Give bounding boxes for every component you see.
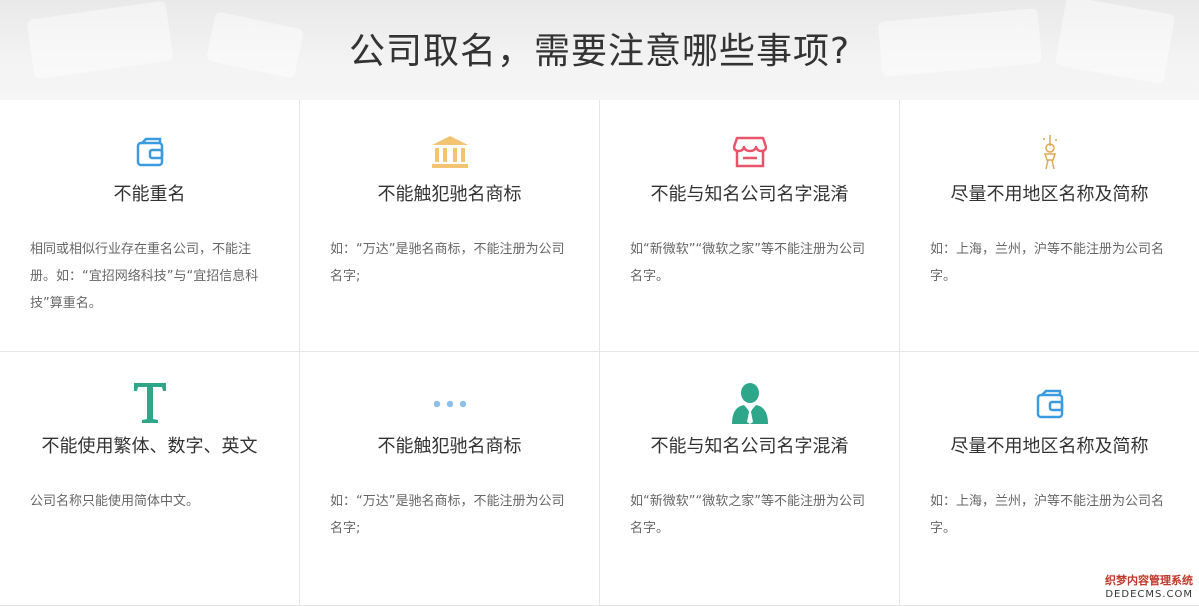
tower-icon (900, 132, 1199, 172)
notice-grid: 不能重名 相同或相似行业存在重名公司，不能注册。如：“宜招网络科技”与“宜招信息… (0, 100, 1199, 606)
dots-icon (300, 384, 599, 424)
card-description: 如：上海，兰州，沪等不能注册为公司名字。 (930, 242, 1165, 284)
card-title: 不能重名 (113, 184, 186, 205)
notice-card: 不能触犯驰名商标 如：“万达”是驰名商标，不能注册为公司名字; (300, 352, 600, 606)
watermark-logo: 织梦内容管理系统 DEDECMS.COM (1073, 574, 1193, 602)
card-title: 不能与知名公司名字混淆 (650, 436, 849, 457)
watermark-line2: DEDECMS.COM (1105, 589, 1193, 600)
card-description: 如：“万达”是驰名商标，不能注册为公司名字; (330, 242, 565, 284)
wallet-icon (900, 384, 1199, 424)
bank-icon (300, 132, 599, 172)
notice-card: 尽量不用地区名称及简称 如：上海，兰州，沪等不能注册为公司名字。 (900, 352, 1199, 606)
card-description: 如：“万达”是驰名商标，不能注册为公司名字; (330, 494, 565, 536)
page-title: 公司取名，需要注意哪些事项? (348, 31, 851, 72)
card-description: 如“新微软”“微软之家”等不能注册为公司名字。 (630, 494, 865, 536)
card-title: 不能使用繁体、数字、英文 (41, 436, 258, 457)
letter-t-icon (0, 380, 299, 426)
card-title: 不能触犯驰名商标 (377, 436, 522, 457)
notice-card: 不能与知名公司名字混淆 如“新微软”“微软之家”等不能注册为公司名字。 (600, 352, 900, 606)
card-description: 如“新微软”“微软之家”等不能注册为公司名字。 (630, 242, 865, 284)
card-title: 不能触犯驰名商标 (377, 184, 522, 205)
card-description: 如：上海，兰州，沪等不能注册为公司名字。 (930, 494, 1165, 536)
notice-card: 不能重名 相同或相似行业存在重名公司，不能注册。如：“宜招网络科技”与“宜招信息… (0, 100, 300, 352)
card-title: 尽量不用地区名称及简称 (950, 436, 1149, 457)
notice-card: 尽量不用地区名称及简称 如：上海，兰州，沪等不能注册为公司名字。 (900, 100, 1199, 352)
notice-card: 不能使用繁体、数字、英文 公司名称只能使用简体中文。 (0, 352, 300, 606)
page-header: 公司取名，需要注意哪些事项? (0, 0, 1199, 100)
shop-icon (600, 132, 899, 172)
card-title: 尽量不用地区名称及简称 (950, 184, 1149, 205)
notice-card: 不能与知名公司名字混淆 如“新微软”“微软之家”等不能注册为公司名字。 (600, 100, 900, 352)
card-description: 公司名称只能使用简体中文。 (30, 494, 200, 509)
card-title: 不能与知名公司名字混淆 (650, 184, 849, 205)
watermark-line1: 织梦内容管理系统 (1105, 574, 1193, 587)
card-description: 相同或相似行业存在重名公司，不能注册。如：“宜招网络科技”与“宜招信息科技”算重… (30, 242, 259, 311)
wallet-icon (0, 132, 299, 172)
notice-card: 不能触犯驰名商标 如：“万达”是驰名商标，不能注册为公司名字; (300, 100, 600, 352)
person-icon (600, 380, 899, 426)
